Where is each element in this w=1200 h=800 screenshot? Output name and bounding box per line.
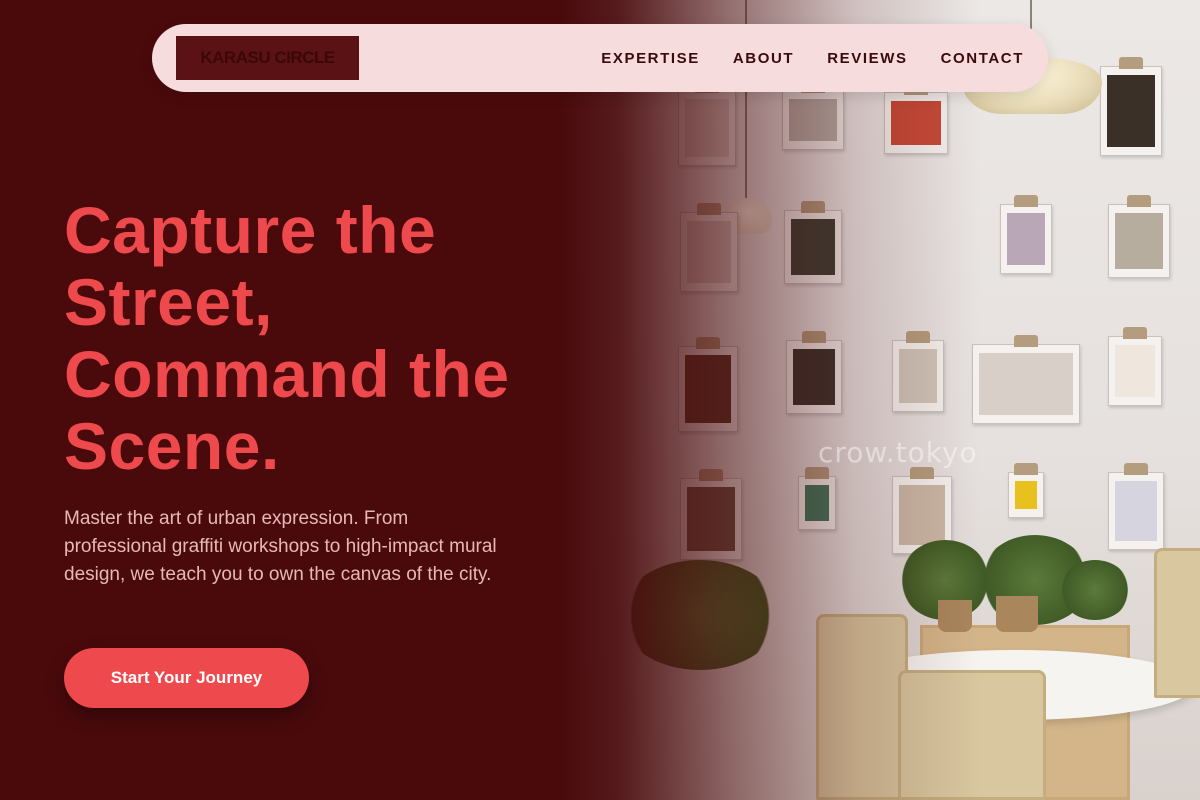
wall-print: [972, 335, 1080, 424]
wall-print: [1008, 463, 1044, 518]
hero-title: Capture the Street, Command the Scene.: [64, 193, 510, 483]
photo-gradient-overlay: [560, 0, 980, 800]
wall-print: [1108, 195, 1170, 278]
nav-link-reviews[interactable]: REVIEWS: [827, 50, 907, 67]
nav-link-contact[interactable]: CONTACT: [941, 50, 1024, 67]
wall-print: [1108, 327, 1162, 406]
plant: [1060, 560, 1130, 620]
brand-name: KARASU CIRCLE: [200, 48, 335, 67]
nav-link-expertise[interactable]: EXPERTISE: [601, 50, 700, 67]
top-navbar: KARASU CIRCLE EXPERTISE ABOUT REVIEWS CO…: [152, 24, 1048, 92]
hero-description: Master the art of urban expression. From…: [64, 508, 497, 585]
plant-pot: [996, 596, 1038, 632]
hero-background-photo: crow.tokyo: [560, 0, 1200, 800]
photo-watermark: crow.tokyo: [818, 436, 978, 469]
start-journey-button[interactable]: Start Your Journey: [64, 648, 309, 708]
nav-link-about[interactable]: ABOUT: [733, 50, 794, 67]
wall-print: [1100, 57, 1162, 156]
nav-links: EXPERTISE ABOUT REVIEWS CONTACT: [601, 24, 1024, 92]
wooden-chair: [1154, 548, 1200, 698]
wall-print: [1108, 463, 1164, 550]
wall-print: [1000, 195, 1052, 274]
brand-logo[interactable]: KARASU CIRCLE: [176, 36, 359, 80]
